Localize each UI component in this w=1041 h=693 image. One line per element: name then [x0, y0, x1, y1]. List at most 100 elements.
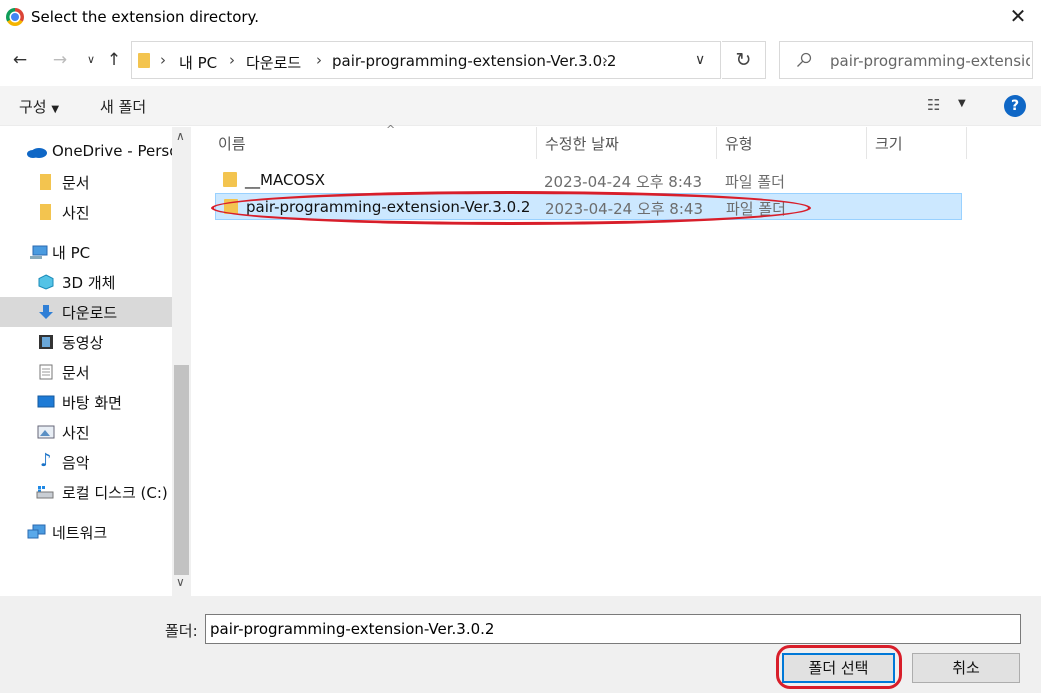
- scrollbar-thumb[interactable]: [174, 365, 189, 575]
- chevron-right-icon[interactable]: ›: [602, 51, 608, 69]
- desktop-icon: [37, 395, 55, 408]
- folder-icon: [40, 174, 51, 190]
- caret-down-icon: ▼: [51, 104, 60, 115]
- folder-icon: [40, 204, 51, 220]
- video-icon: [39, 335, 53, 349]
- column-header-label: 크기: [875, 135, 903, 153]
- file-type: 파일 폴더: [725, 173, 785, 191]
- organize-button[interactable]: 구성 ▼: [19, 96, 59, 117]
- picture-icon: [37, 425, 55, 439]
- navigation-bar: ← → ∨ ↑ › 내 PC › 다운로드 › pair-programming…: [0, 40, 1041, 80]
- breadcrumb-downloads[interactable]: 다운로드: [246, 52, 301, 73]
- column-header-modified[interactable]: 수정한 날짜: [537, 127, 717, 159]
- chevron-down-icon[interactable]: ∨: [176, 575, 185, 589]
- pc-icon: [30, 245, 48, 259]
- recent-locations-chevron-icon[interactable]: ∨: [80, 48, 102, 72]
- file-modified: 2023-04-24 오후 8:43: [544, 173, 702, 191]
- sidebar-item-videos[interactable]: 동영상: [0, 327, 172, 357]
- sidebar-item-label: 다운로드: [62, 304, 118, 322]
- sidebar-item-label: 문서: [62, 174, 90, 192]
- select-folder-button[interactable]: 폴더 선택: [782, 653, 895, 683]
- navigation-pane: OneDrive - Person 문서 사진 내 PC 3D 개체 다운로드 …: [0, 127, 191, 596]
- organize-label: 구성: [19, 98, 47, 116]
- chrome-icon: [6, 8, 24, 26]
- sidebar-item-desktop[interactable]: 바탕 화면: [0, 387, 172, 417]
- sidebar-item-documents[interactable]: 문서: [0, 357, 172, 387]
- folder-name-input[interactable]: [205, 614, 1021, 644]
- sidebar-item-label: OneDrive - Person: [52, 142, 188, 160]
- sidebar-item-pictures-onedrive[interactable]: 사진: [0, 197, 172, 227]
- sidebar-item-onedrive[interactable]: OneDrive - Person: [0, 137, 188, 167]
- dialog-footer: 폴더: 폴더 선택 취소: [0, 596, 1041, 693]
- close-icon[interactable]: ✕: [1005, 4, 1031, 30]
- column-header-size[interactable]: 크기: [867, 127, 967, 159]
- file-name: pair-programming-extension-Ver.3.0.2: [246, 198, 531, 216]
- address-bar[interactable]: › 내 PC › 다운로드 › pair-programming-extensi…: [131, 41, 721, 79]
- drive-icon: [36, 486, 54, 499]
- chevron-right-icon[interactable]: ›: [316, 51, 322, 69]
- sidebar-item-downloads[interactable]: 다운로드: [0, 297, 172, 327]
- chevron-right-icon[interactable]: ›: [229, 51, 235, 69]
- window-title: Select the extension directory.: [31, 8, 260, 26]
- sidebar-item-label: 음악: [62, 454, 90, 472]
- column-header-name[interactable]: 이름 ^: [210, 123, 537, 159]
- sidebar-item-label: 사진: [62, 424, 90, 442]
- up-arrow-icon[interactable]: ↑: [103, 48, 125, 72]
- download-icon: [39, 305, 53, 319]
- sidebar-item-pictures[interactable]: 사진: [0, 417, 172, 447]
- sidebar-item-label: 네트워크: [52, 524, 108, 542]
- folder-icon: [224, 199, 238, 214]
- view-options-icon[interactable]: ☷: [927, 96, 940, 114]
- column-header-label: 수정한 날짜: [545, 135, 619, 153]
- cube-icon: [38, 274, 54, 290]
- chevron-up-icon[interactable]: ∧: [176, 129, 185, 143]
- sidebar-item-label: 바탕 화면: [62, 394, 122, 412]
- file-row[interactable]: __MACOSX 2023-04-24 오후 8:43 파일 폴더: [215, 167, 962, 194]
- title-bar: Select the extension directory. ✕: [0, 0, 1041, 34]
- search-placeholder: pair-programming-extensio...: [830, 52, 1030, 70]
- caret-down-icon[interactable]: ▼: [958, 98, 966, 109]
- search-icon: [797, 52, 812, 67]
- refresh-icon[interactable]: ↻: [722, 41, 766, 79]
- cancel-button[interactable]: 취소: [912, 653, 1020, 683]
- sidebar-item-label: 사진: [62, 204, 90, 222]
- sidebar-item-label: 동영상: [62, 334, 104, 352]
- folder-icon: [223, 172, 237, 187]
- breadcrumb-pc[interactable]: 내 PC: [179, 52, 217, 73]
- new-folder-button[interactable]: 새 폴더: [100, 96, 146, 117]
- breadcrumb-current-folder[interactable]: pair-programming-extension-Ver.3.0.2: [332, 52, 616, 70]
- help-icon[interactable]: ?: [1004, 95, 1026, 117]
- sidebar-item-music[interactable]: ♪ 음악: [0, 447, 172, 477]
- file-modified: 2023-04-24 오후 8:43: [545, 200, 703, 218]
- sidebar-item-label: 로컬 디스크 (C:): [62, 484, 168, 502]
- file-name: __MACOSX: [245, 171, 326, 189]
- column-header-label: 유형: [725, 135, 753, 153]
- onedrive-icon: [27, 148, 47, 158]
- column-header-type[interactable]: 유형: [717, 127, 867, 159]
- search-input[interactable]: pair-programming-extensio...: [779, 41, 1033, 79]
- folder-field-label: 폴더:: [165, 622, 198, 640]
- sidebar-item-label: 3D 개체: [62, 274, 116, 292]
- sidebar-scrollbar[interactable]: ∧ ∨: [172, 127, 191, 596]
- sidebar-item-3d-objects[interactable]: 3D 개체: [0, 267, 172, 297]
- sidebar-item-documents-onedrive[interactable]: 문서: [0, 167, 172, 197]
- chevron-right-icon[interactable]: ›: [160, 51, 166, 69]
- sidebar-item-label: 문서: [62, 364, 90, 382]
- forward-arrow-icon[interactable]: →: [49, 48, 71, 72]
- folder-icon: [138, 53, 150, 68]
- column-header-label: 이름: [218, 135, 246, 153]
- sort-up-icon: ^: [386, 123, 396, 136]
- network-icon: [27, 524, 46, 539]
- file-type: 파일 폴더: [726, 200, 786, 218]
- file-row-selected[interactable]: pair-programming-extension-Ver.3.0.2 202…: [215, 193, 962, 220]
- file-list: 이름 ^ 수정한 날짜 유형 크기 __MACOSX 2023-04-24 오후…: [191, 123, 1041, 596]
- sidebar-item-this-pc[interactable]: 내 PC: [0, 237, 172, 267]
- music-note-icon: ♪: [40, 450, 52, 471]
- sidebar-item-label: 내 PC: [52, 244, 91, 262]
- back-arrow-icon[interactable]: ←: [9, 48, 31, 72]
- sidebar-item-network[interactable]: 네트워크: [0, 517, 172, 547]
- document-icon: [39, 364, 53, 380]
- sidebar-item-local-disk[interactable]: 로컬 디스크 (C:): [0, 477, 172, 507]
- chevron-down-icon[interactable]: ∨: [695, 52, 705, 68]
- command-bar: 구성 ▼ 새 폴더 ☷ ▼ ?: [0, 86, 1041, 126]
